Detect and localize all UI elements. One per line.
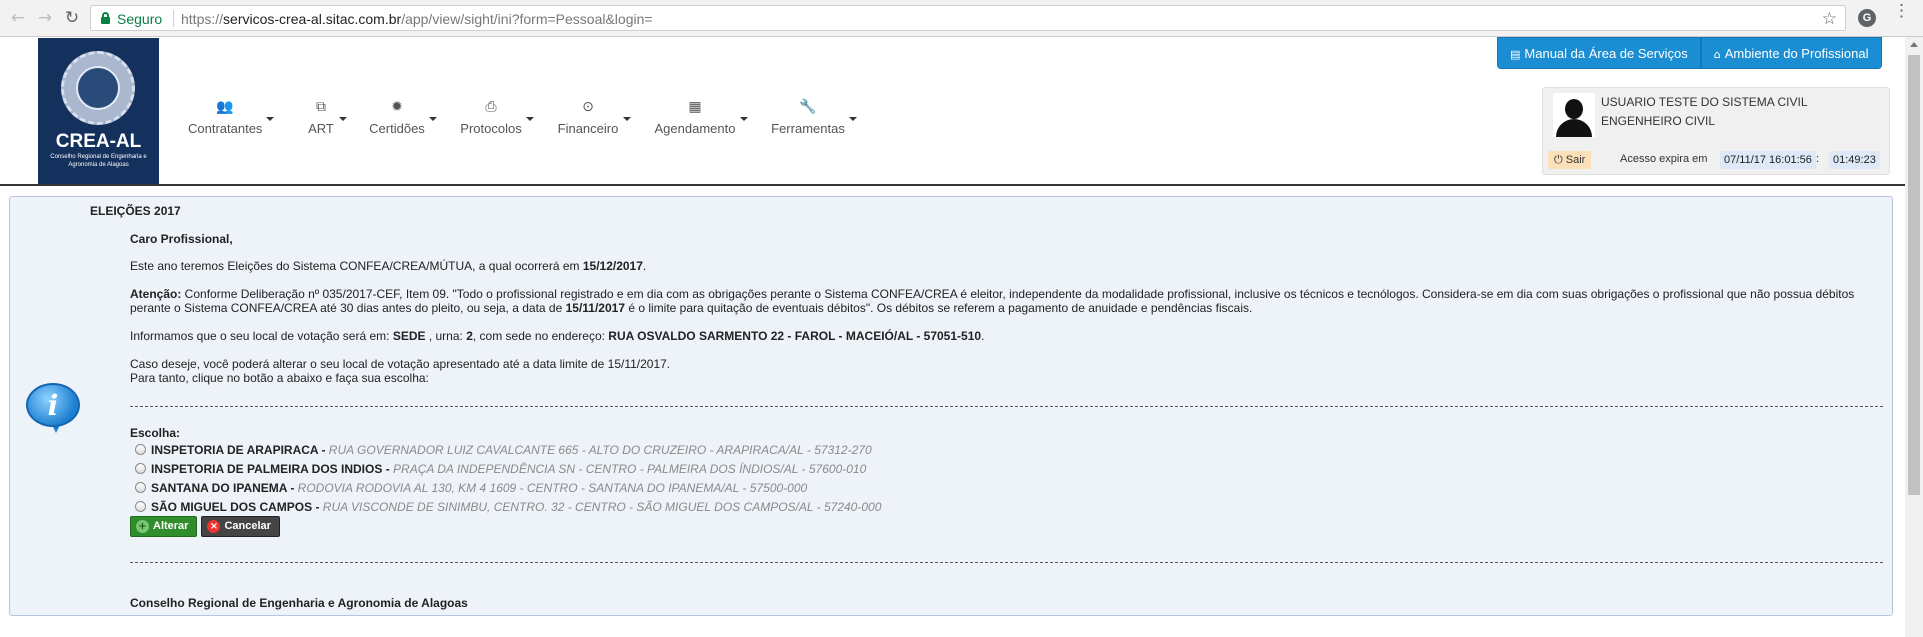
caret-down-icon — [740, 117, 748, 121]
access-expiry-label: Acesso expira em — [1620, 153, 1708, 165]
page-title: ELEIÇÕES 2017 — [90, 204, 181, 218]
choose-label: Escolha: — [130, 426, 181, 440]
user-panel: USUARIO TESTE DO SISTEMA CIVIL ENGENHEIR… — [1542, 87, 1890, 175]
wrench-icon: 🔧 — [799, 99, 817, 115]
elections-panel: ELEIÇÕES 2017 i Caro Profissional, Este … — [9, 196, 1893, 616]
back-arrow-icon[interactable]: ← — [8, 8, 28, 28]
greeting: Caro Profissional, — [130, 232, 233, 246]
menu-item-protocolos[interactable]: ⎙ Protocolos — [460, 99, 534, 149]
menu-label: Contratantes — [188, 121, 263, 136]
forward-arrow-icon[interactable]: → — [35, 8, 55, 28]
caret-down-icon — [266, 117, 274, 121]
option-name: INSPETORIA DE ARAPIRACA - — [151, 443, 329, 457]
lock-icon — [101, 12, 110, 24]
calendar-icon: ▦ — [688, 99, 702, 115]
menu-label: ART — [308, 121, 334, 136]
radio-button[interactable] — [135, 463, 146, 474]
menu-label: Protocolos — [460, 121, 522, 136]
info-icon: i — [26, 383, 82, 439]
menu-item-certidoes[interactable]: ✹ Certidões — [369, 99, 437, 149]
paragraph-election-date: Este ano teremos Eleições do Sistema CON… — [130, 259, 647, 273]
power-icon: ⏻ — [1554, 154, 1563, 166]
action-buttons: + Alterar × Cancelar — [130, 516, 280, 537]
inbox-icon: ⎙ — [485, 99, 497, 115]
top-button-group: ▤ Manual da Área de Serviços ⌂ Ambiente do… — [1497, 37, 1882, 69]
option-address: RODOVIA RODOVIA AL 130, KM 4 1609 - CENT… — [297, 481, 808, 495]
access-separator: : — [1816, 153, 1820, 165]
menu-item-art[interactable]: ⧉ ART — [307, 99, 347, 149]
menu-item-contratantes[interactable]: 👥 Contratantes — [188, 99, 274, 149]
option-name: SÃO MIGUEL DOS CAMPOS - — [151, 500, 323, 514]
access-countdown: 01:49:23 — [1829, 151, 1880, 169]
caret-down-icon — [526, 117, 534, 121]
caret-down-icon — [623, 117, 631, 121]
caret-down-icon — [849, 117, 857, 121]
option-name: SANTANA DO IPANEMA - — [151, 481, 298, 495]
site-header: CREA-AL Conselho Regional de Engenharia … — [0, 37, 1905, 184]
option-address: PRAÇA DA INDEPENDÊNCIA SN - CENTRO - PAL… — [393, 462, 867, 476]
user-role: ENGENHEIRO CIVIL — [1601, 114, 1716, 128]
secure-label: Seguro — [117, 11, 163, 27]
radio-button[interactable] — [135, 482, 146, 493]
footer-text: Conselho Regional de Engenharia e Agrono… — [130, 596, 468, 610]
users-icon: 👥 — [216, 99, 234, 115]
address-bar[interactable]: Seguro https://servicos-crea-al.sitac.co… — [90, 5, 1846, 31]
star-icon[interactable]: ☆ — [1822, 9, 1837, 29]
user-name: USUARIO TESTE DO SISTEMA CIVIL — [1601, 95, 1808, 109]
menu-item-financeiro[interactable]: ⊙ Financeiro — [557, 99, 631, 149]
paragraph-attention: Atenção: Conforme Deliberação nº 035/201… — [130, 287, 1855, 315]
divider — [130, 406, 1883, 407]
three-dots-icon[interactable]: ⋮ — [1893, 2, 1910, 19]
plus-circle-icon: + — [136, 520, 149, 533]
scroll-up-icon[interactable] — [1910, 42, 1918, 47]
menu-label: Financeiro — [557, 121, 619, 136]
cancel-button[interactable]: × Cancelar — [201, 516, 280, 537]
option-address: RUA GOVERNADOR LUIZ CAVALCANTE 665 - ALT… — [328, 443, 872, 457]
ambiente-profissional-button[interactable]: ⌂ Ambiente do Profissional — [1700, 37, 1882, 69]
menu-item-ferramentas[interactable]: 🔧 Ferramentas — [771, 99, 857, 149]
divider — [130, 562, 1883, 563]
logout-button[interactable]: ⏻ Sair — [1548, 151, 1592, 169]
menu-label: Ferramentas — [771, 121, 845, 136]
menu-item-agendamento[interactable]: ▦ Agendamento — [654, 99, 748, 149]
menu-label: Certidões — [369, 121, 425, 136]
seal-icon — [61, 51, 135, 125]
avatar — [1553, 93, 1595, 137]
header-divider — [0, 184, 1905, 186]
access-expiry-date: 07/11/17 16:01:56 — [1720, 151, 1816, 169]
extension-icon[interactable]: G — [1858, 9, 1876, 27]
browser-toolbar: ← → ↻ Seguro https://servicos-crea-al.si… — [0, 0, 1923, 37]
crea-al-logo[interactable]: CREA-AL Conselho Regional de Engenharia … — [38, 38, 159, 184]
money-icon: ⊙ — [582, 99, 594, 115]
paragraph-voting-location: Informamos que o seu local de votação se… — [130, 329, 985, 343]
reload-icon[interactable]: ↻ — [62, 8, 82, 28]
paragraph-instruction: Para tanto, clique no botão a abaixo e f… — [130, 371, 429, 385]
radio-button[interactable] — [135, 501, 146, 512]
home-icon: ⌂ — [1713, 48, 1721, 61]
option-address: RUA VISCONDE DE SINIMBU, CENTRO. 32 - CE… — [322, 500, 882, 514]
close-icon: × — [207, 520, 221, 533]
manual-button[interactable]: ▤ Manual da Área de Serviços — [1497, 37, 1701, 69]
copy-icon: ⧉ — [316, 99, 326, 115]
divider — [173, 10, 174, 27]
url-text[interactable]: https://servicos-crea-al.sitac.com.br/ap… — [181, 11, 653, 27]
book-icon: ▤ — [1510, 48, 1521, 61]
alterar-button[interactable]: + Alterar — [130, 516, 198, 537]
menu-label: Agendamento — [654, 121, 736, 136]
page-scrollbar[interactable] — [1905, 37, 1923, 637]
radio-button[interactable] — [135, 444, 146, 455]
logo-brand: CREA-AL — [55, 131, 142, 152]
caret-down-icon — [429, 117, 437, 121]
certificate-icon: ✹ — [391, 99, 403, 115]
paragraph-change-info: Caso deseje, você poderá alterar o seu l… — [130, 357, 671, 371]
option-name: INSPETORIA DE PALMEIRA DOS INDIOS - — [151, 462, 394, 476]
scroll-thumb[interactable] — [1908, 55, 1920, 495]
caret-down-icon — [339, 117, 347, 121]
logo-subtitle: Conselho Regional de Engenharia e Agrono… — [50, 154, 147, 168]
